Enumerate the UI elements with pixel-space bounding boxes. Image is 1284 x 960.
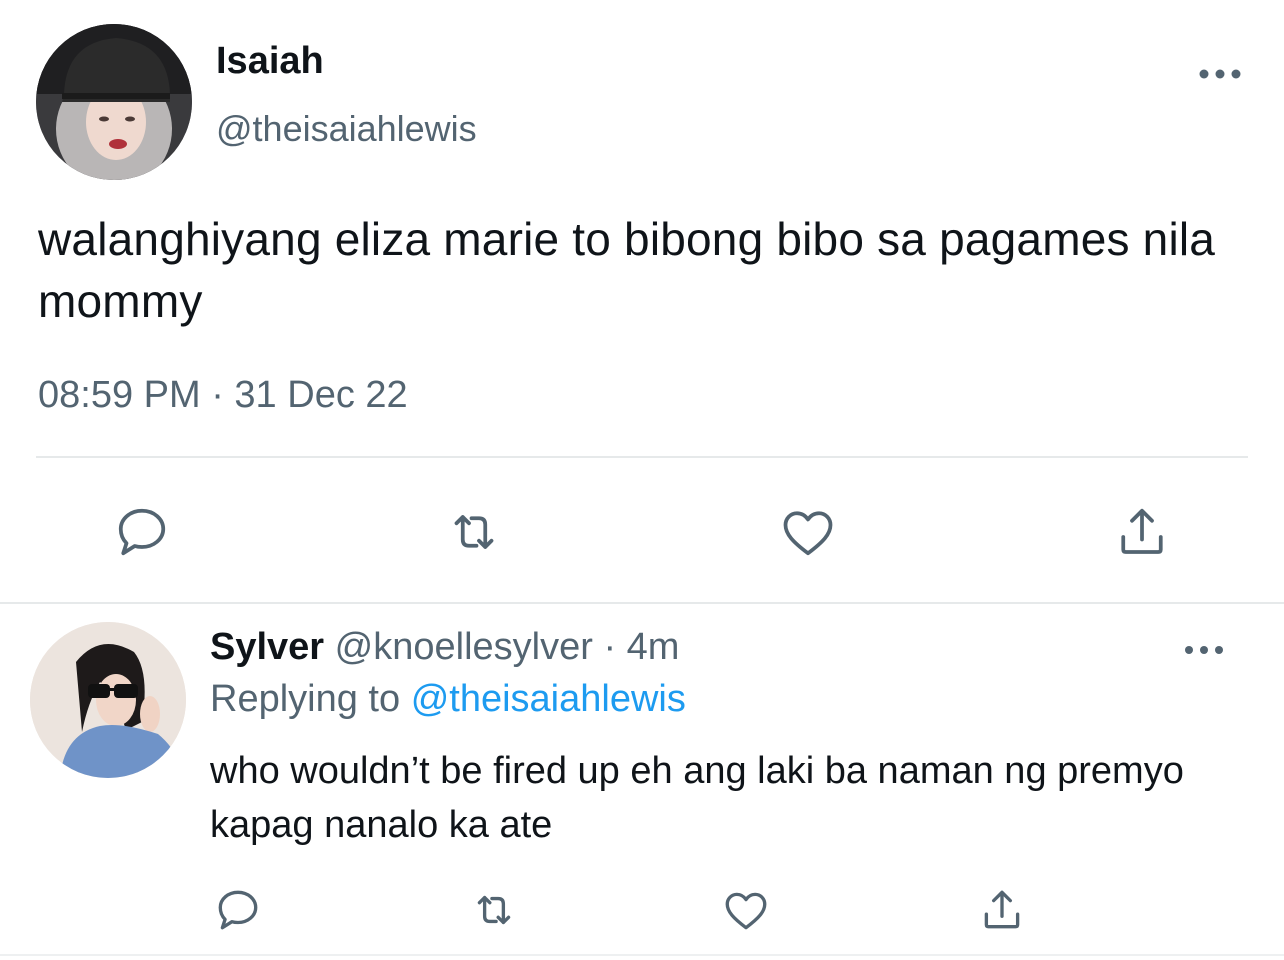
share-icon bbox=[1121, 508, 1163, 554]
divider bbox=[36, 456, 1248, 458]
tweet-timestamp[interactable]: 08:59 PM · 31 Dec 22 bbox=[38, 374, 408, 417]
share-icon bbox=[984, 890, 1020, 929]
author-display-name[interactable]: Isaiah bbox=[216, 40, 324, 83]
reply-author-avatar[interactable] bbox=[30, 622, 186, 778]
heart-icon bbox=[783, 511, 833, 556]
retweet-icon bbox=[477, 895, 511, 925]
replying-to-label: Replying to bbox=[210, 678, 401, 720]
reply-button[interactable] bbox=[110, 500, 174, 564]
reply-author-display-name[interactable]: Sylver bbox=[210, 626, 324, 668]
retweet-icon bbox=[454, 515, 494, 549]
reply-tweet-text: who wouldn’t be fired up eh ang laki ba … bbox=[210, 750, 1184, 846]
bottom-divider bbox=[0, 954, 1284, 956]
reply-retweet-button[interactable] bbox=[466, 882, 522, 938]
more-horizontal-icon bbox=[1199, 69, 1241, 79]
heart-icon bbox=[725, 892, 767, 930]
more-horizontal-icon bbox=[1185, 646, 1223, 654]
author-handle[interactable]: @theisaiahlewis bbox=[216, 108, 477, 150]
retweet-button[interactable] bbox=[442, 500, 506, 564]
reply-share-button[interactable] bbox=[974, 882, 1030, 938]
reply-author-handle-time[interactable]: @knoellesylver · 4m bbox=[335, 626, 680, 668]
replying-to-mention[interactable]: @theisaiahlewis bbox=[411, 678, 686, 720]
reply-header: Sylver @knoellesylver · 4m bbox=[210, 626, 679, 669]
replying-to-line: Replying to @theisaiahlewis bbox=[210, 678, 686, 721]
author-avatar[interactable] bbox=[36, 24, 192, 180]
tweet-text: walanghiyang eliza marie to bibong bibo … bbox=[38, 213, 1216, 327]
reply-reply-button[interactable] bbox=[210, 882, 266, 938]
section-separator bbox=[0, 602, 1284, 604]
reply-more-options-button[interactable] bbox=[1180, 632, 1228, 668]
more-options-button[interactable] bbox=[1196, 56, 1244, 92]
like-button[interactable] bbox=[776, 500, 840, 564]
reply-icon bbox=[118, 508, 166, 556]
share-button[interactable] bbox=[1110, 500, 1174, 564]
reply-icon bbox=[218, 890, 258, 930]
reply-like-button[interactable] bbox=[718, 882, 774, 938]
